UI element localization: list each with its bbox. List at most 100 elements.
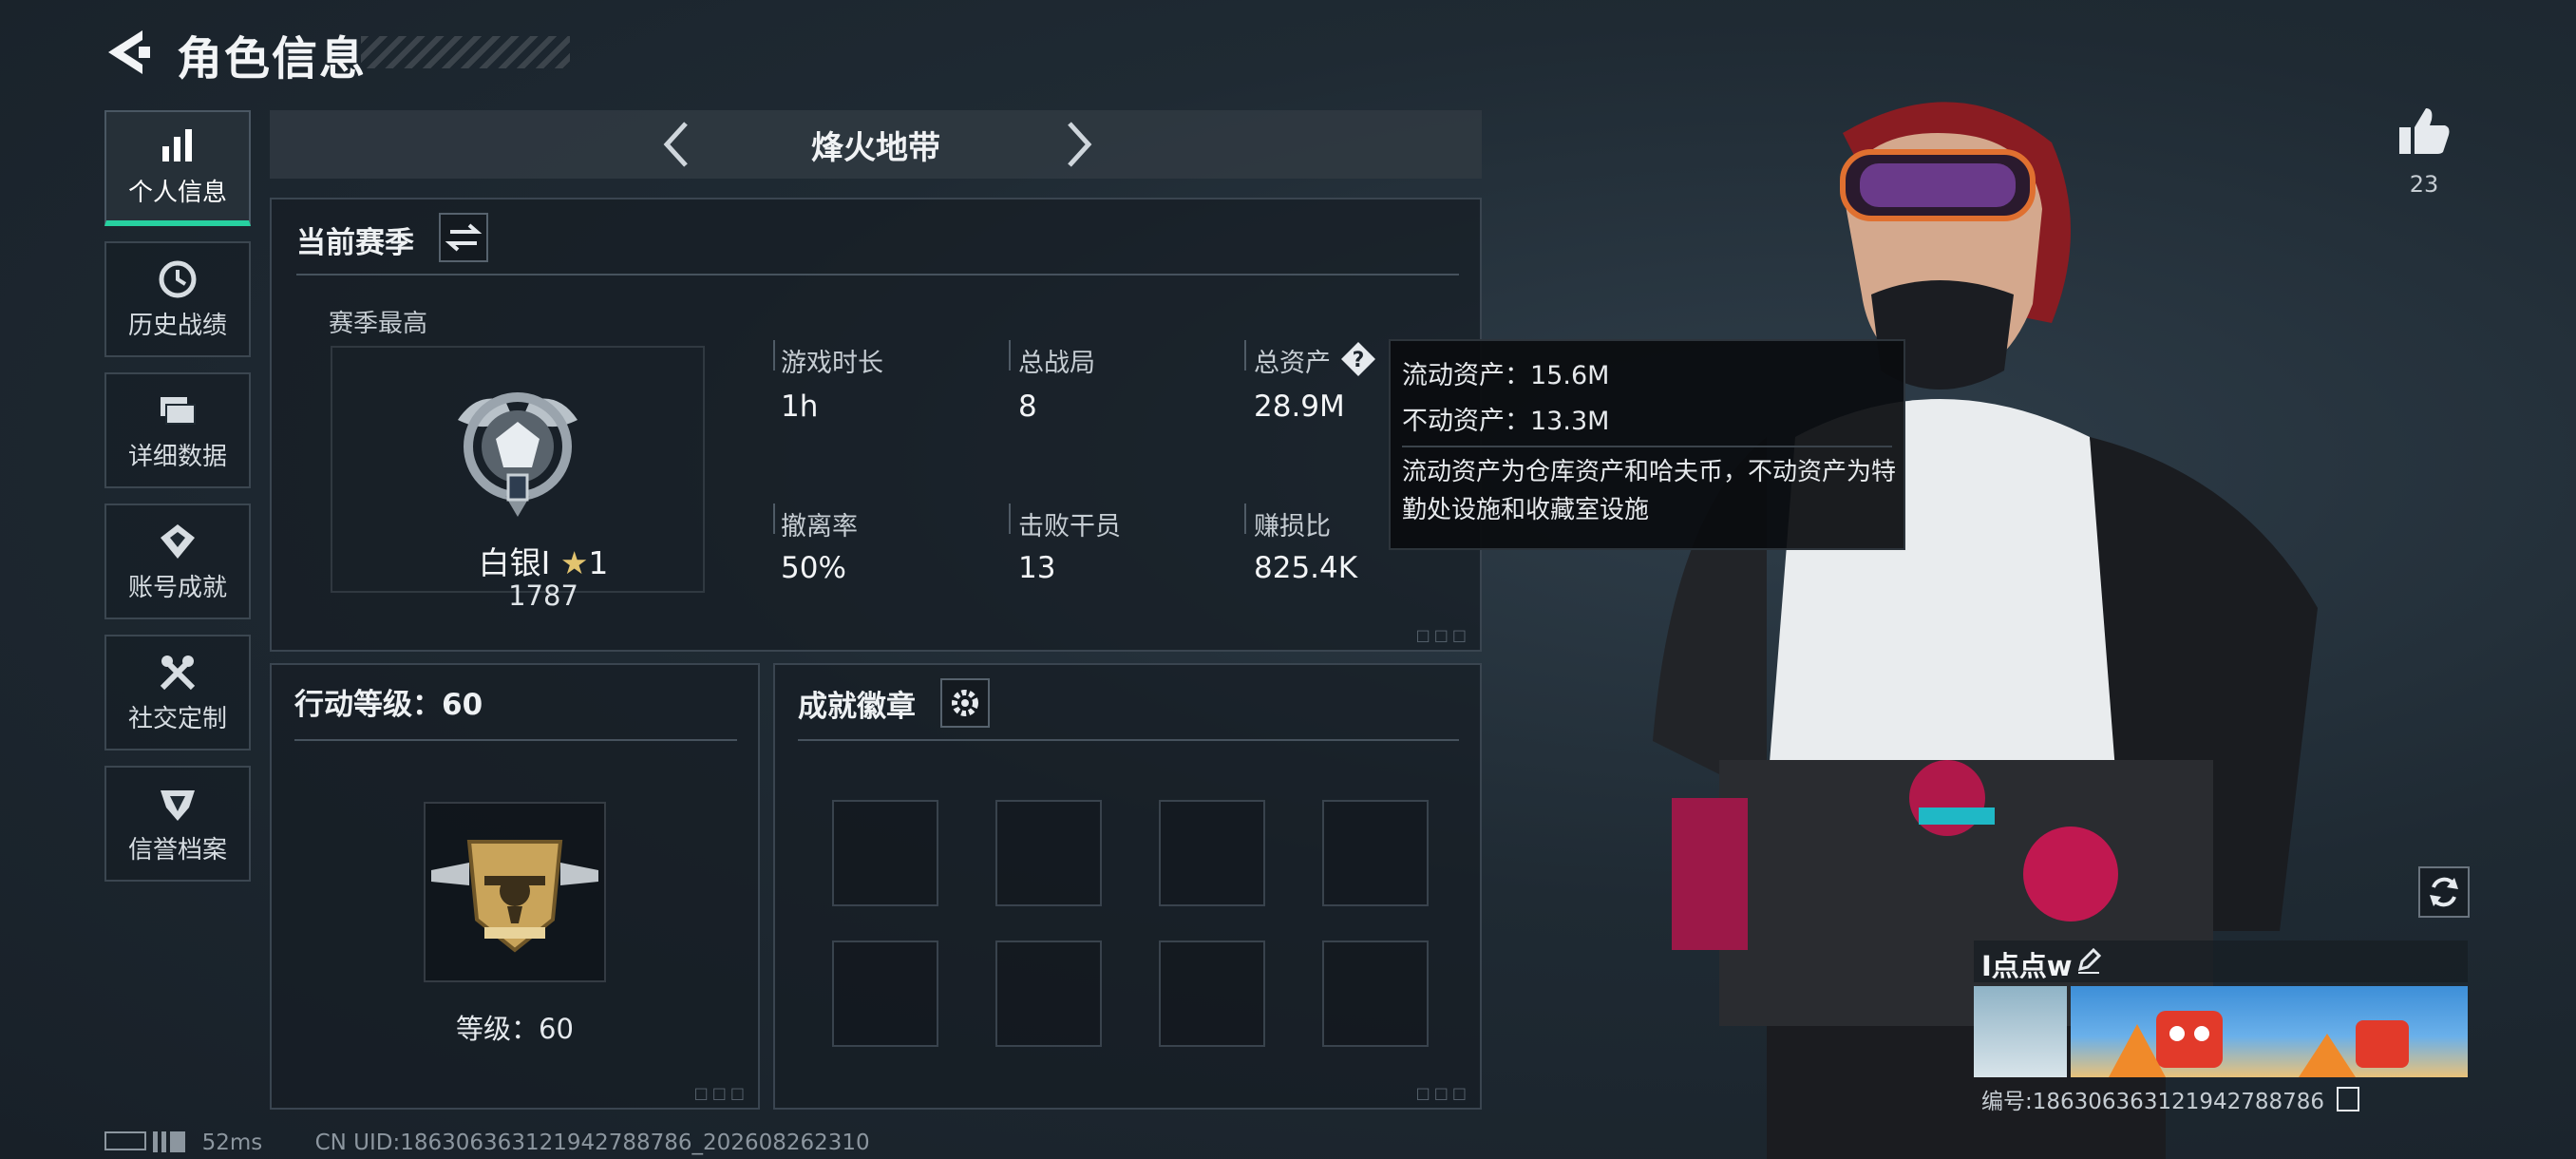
rank-name-row: 白银I ★1 [448, 538, 638, 583]
player-avatar[interactable] [1974, 986, 2067, 1077]
season-panel: 当前赛季 赛季最高 白银I ★1 1787 游戏时长 1h 总战局 8 总资产 … [270, 198, 1482, 652]
stat-value: 13 [1018, 551, 1056, 585]
season-switch-button[interactable] [439, 213, 488, 262]
corner-decoration: □□□ [1415, 626, 1470, 644]
back-button[interactable] [104, 27, 161, 78]
sidebar-item-label: 历史战绩 [127, 311, 227, 340]
player-name: I点点w [1981, 950, 2073, 982]
divider [296, 274, 1459, 276]
stat-value: 8 [1018, 390, 1037, 424]
player-id: 编号:18630636312194278878​6 [1981, 1090, 2325, 1114]
tick [1244, 504, 1246, 534]
sidebar-item-profile[interactable]: 个人信息 [104, 110, 251, 226]
achievement-icon [161, 523, 195, 559]
badge-slot[interactable] [1159, 940, 1265, 1047]
status-bar: 52ms CN UID:18630636312194278878​6_20260… [104, 1130, 870, 1155]
assets-tooltip: 流动资产：15.6M 不动资产：13.3M 流动资产为仓库资产和哈夫币，不动资产… [1389, 339, 1905, 550]
page-title: 角色信息 [177, 32, 368, 86]
level-text: 等级：60 [456, 1013, 574, 1045]
fixed-assets: 不动资产：13.3M [1402, 407, 1610, 436]
sidebar-item-label: 信誉档案 [127, 835, 227, 864]
gear-icon [952, 690, 978, 716]
sidebar-item-achievements[interactable]: 账号成就 [104, 504, 251, 619]
tools-icon [160, 655, 196, 690]
rank-score: 1787 [508, 580, 578, 612]
stat-value: 1h [781, 390, 819, 424]
badge-slot[interactable] [995, 800, 1102, 906]
star-icon: ★ [559, 544, 589, 581]
ping: 52ms [201, 1130, 263, 1155]
tick [773, 340, 775, 370]
svg-text:?: ? [1353, 349, 1365, 372]
uid-text: CN UID:18630636312194278878​6_2026082623… [314, 1130, 870, 1155]
sidebar-item-label: 账号成就 [127, 573, 227, 602]
achievements-panel: 成就徽章 □□□ [773, 663, 1482, 1110]
help-button[interactable]: ? [1339, 340, 1377, 378]
sidebar-item-label: 个人信息 [127, 178, 227, 207]
tick [1009, 504, 1011, 534]
sidebar-item-label: 社交定制 [127, 704, 227, 733]
refresh-icon [2430, 877, 2458, 907]
reputation-icon [161, 789, 195, 821]
action-level-title: 行动等级：60 [294, 688, 483, 722]
rank-name: 白银I [478, 544, 551, 581]
stat-label: 击败干员 [1018, 512, 1121, 542]
badge-slot[interactable] [1322, 940, 1429, 1047]
edit-icon[interactable] [2074, 946, 2103, 975]
sidebar-item-social[interactable]: 社交定制 [104, 635, 251, 750]
tick [773, 504, 775, 534]
sidebar-item-reputation[interactable]: 信誉档案 [104, 766, 251, 882]
season-title: 当前赛季 [296, 226, 414, 260]
swap-icon [445, 223, 483, 252]
like-count: 23 [2409, 171, 2439, 198]
achievements-title: 成就徽章 [798, 690, 916, 724]
badge-slot[interactable] [1322, 800, 1429, 906]
divider [798, 739, 1459, 741]
player-id-row: 编号:18630636312194278878​6 [1981, 1083, 2360, 1115]
divider [1402, 446, 1892, 447]
signal-icon [153, 1131, 186, 1152]
badge-slot[interactable] [1159, 800, 1265, 906]
stat-label: 赚损比 [1254, 512, 1331, 542]
divider [294, 739, 737, 741]
rotate-button[interactable] [2418, 866, 2470, 918]
back-arrow-icon [108, 30, 150, 74]
badge-slot[interactable] [832, 800, 938, 906]
tick [1244, 340, 1246, 370]
sidebar-item-details[interactable]: 详细数据 [104, 372, 251, 488]
corner-decoration: □□□ [693, 1084, 748, 1102]
stat-value: 825.4K [1254, 551, 1358, 585]
copy-icon[interactable] [2337, 1087, 2360, 1112]
corner-decoration: □□□ [1415, 1084, 1470, 1102]
achievements-settings-button[interactable] [940, 678, 990, 728]
battery-icon [104, 1131, 146, 1150]
level-emblem-icon [431, 840, 598, 953]
title-decoration [361, 36, 570, 68]
folders-icon [161, 396, 196, 425]
action-level-panel: 行动等级：60 等级：60 □□□ [270, 663, 760, 1110]
silver-rank-emblem-icon [458, 392, 578, 517]
question-icon: ? [1341, 342, 1375, 376]
thumbs-up-icon [2399, 108, 2450, 154]
clock-icon [159, 260, 197, 297]
stat-label: 总战局 [1018, 349, 1095, 378]
stat-value: 50% [781, 551, 846, 585]
sidebar-item-label: 详细数据 [127, 442, 227, 471]
map-name: 烽火地带 [811, 129, 940, 167]
stat-label: 总资产 [1254, 349, 1331, 378]
banner-art [2109, 1011, 2409, 1077]
rank-stars: 1 [588, 544, 609, 581]
player-banner [2071, 986, 2468, 1077]
sidebar-item-history[interactable]: 历史战绩 [104, 241, 251, 357]
badge-slot[interactable] [832, 940, 938, 1047]
badge-slot[interactable] [995, 940, 1102, 1047]
season-best-label: 赛季最高 [329, 310, 428, 338]
player-name-bar: I点点w [1974, 940, 2468, 982]
stat-label: 撤离率 [781, 512, 858, 542]
like-button[interactable] [2396, 103, 2453, 160]
chevron-right-icon[interactable] [1054, 116, 1102, 173]
bar-chart-icon [162, 128, 192, 162]
map-selector: 烽火地带 [270, 110, 1482, 179]
stat-label: 游戏时长 [781, 349, 883, 378]
stat-value: 28.9M [1254, 390, 1345, 424]
